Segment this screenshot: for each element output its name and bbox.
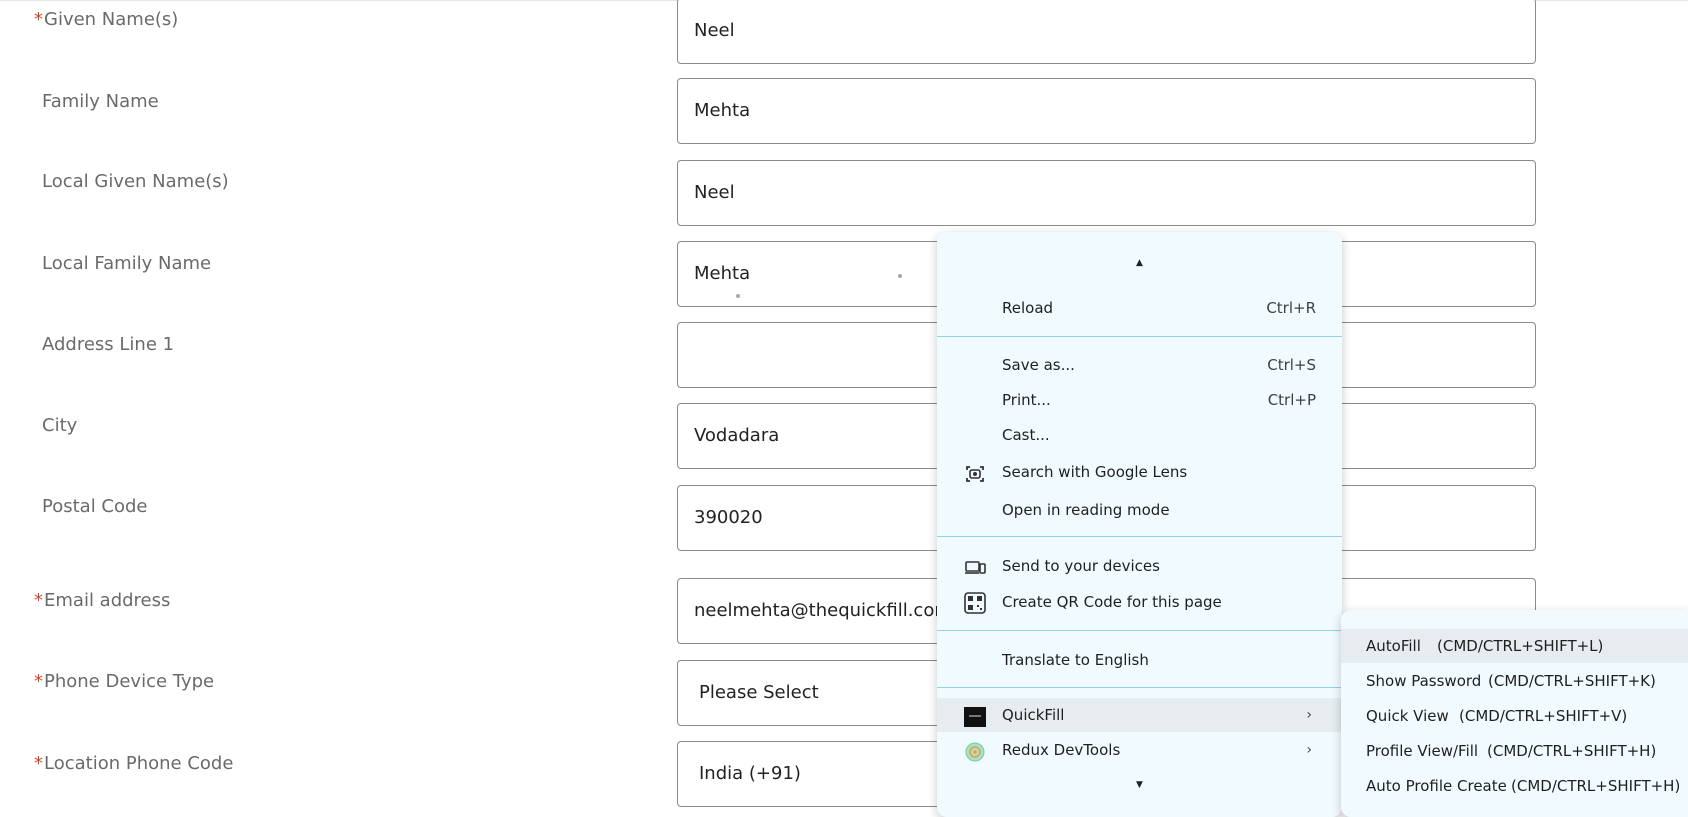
field-label-text: Given Name(s) [44,9,179,30]
menu-item-label: Search with Google Lens [1002,463,1188,481]
required-marker: * [34,590,43,611]
menu-item-cast[interactable]: Cast... [937,418,1342,452]
field-label-text: Email address [44,590,171,611]
menu-item-label: Redux DevTools [1002,741,1121,759]
scroll-up-arrow-icon[interactable]: ▲ [937,258,1342,268]
menu-item-translate[interactable]: Translate to English [937,643,1342,677]
redux-icon [964,740,986,762]
field-label: *Given Name(s) [34,9,178,30]
menu-item-shortcut: Ctrl+P [1267,391,1316,409]
menu-item-label: Create QR Code for this page [1002,593,1222,611]
field-label: *Location Phone Code [34,753,233,774]
required-marker: * [34,671,43,692]
menu-item-label: Translate to English [1002,651,1149,669]
submenu-item-label: Profile View/Fill [1366,742,1479,760]
submenu-item-show-password[interactable]: Show Password (CMD/CTRL+SHIFT+K) [1341,664,1688,698]
field-label: Local Family Name [34,253,211,274]
local-given-name-input[interactable]: Neel [677,160,1536,226]
field-label: Local Given Name(s) [34,171,229,192]
given-name-input[interactable]: Neel [677,0,1536,64]
menu-item-label: Send to your devices [1002,557,1160,575]
chevron-right-icon: › [1306,742,1312,758]
field-label-text: Local Family Name [42,253,212,274]
field-label: *Email address [34,590,170,611]
quickfill-submenu: AutoFill (CMD/CTRL+SHIFT+L) Show Passwor… [1341,610,1688,817]
submenu-item-shortcut: (CMD/CTRL+SHIFT+H) [1511,777,1681,795]
menu-separator [937,536,1342,537]
quickfill-logo-icon [964,705,986,727]
menu-item-redux-devtools[interactable]: Redux DevTools › [937,733,1342,767]
submenu-item-label: Quick View [1366,707,1449,725]
field-label-text: Family Name [42,91,159,112]
field-label-text: Local Given Name(s) [42,171,229,192]
field-label-text: Location Phone Code [44,753,234,774]
family-name-input[interactable]: Mehta [677,78,1536,144]
field-label: Address Line 1 [34,334,174,355]
submenu-item-shortcut: (CMD/CTRL+SHIFT+V) [1459,707,1628,725]
menu-item-label: Open in reading mode [1002,501,1170,519]
lens-icon [964,462,986,482]
submenu-item-autofill[interactable]: AutoFill (CMD/CTRL+SHIFT+L) [1341,629,1688,663]
scroll-down-arrow-icon[interactable]: ▼ [937,780,1342,790]
menu-item-reload[interactable]: Reload Ctrl+R [937,291,1342,325]
menu-item-print[interactable]: Print... Ctrl+P [937,383,1342,417]
qr-code-icon [964,592,986,614]
submenu-item-label: AutoFill [1366,637,1421,655]
menu-item-shortcut: Ctrl+S [1267,356,1316,374]
menu-item-qr-code[interactable]: Create QR Code for this page [937,585,1342,619]
field-label: City [34,415,77,436]
context-menu: ▲ Reload Ctrl+R Save as... Ctrl+S Print.… [937,232,1342,817]
devices-icon [964,556,986,576]
submenu-item-shortcut: (CMD/CTRL+SHIFT+K) [1488,672,1656,690]
required-marker: * [34,9,43,30]
menu-separator [937,687,1342,688]
menu-item-label: Print... [1002,391,1051,409]
required-marker: * [34,753,43,774]
field-label-text: Postal Code [42,496,148,517]
field-label: Postal Code [34,496,148,517]
submenu-item-quick-view[interactable]: Quick View (CMD/CTRL+SHIFT+V) [1341,699,1688,733]
menu-item-label: Reload [1002,299,1054,317]
menu-item-send-to-devices[interactable]: Send to your devices [937,549,1342,583]
field-label-text: Phone Device Type [44,671,215,692]
menu-item-reading-mode[interactable]: Open in reading mode [937,493,1342,527]
cursor-dot [898,274,902,278]
submenu-item-label: Show Password [1366,672,1482,690]
menu-item-label: QuickFill [1002,706,1065,724]
field-label: Family Name [34,91,159,112]
cursor-dot [736,294,740,298]
menu-item-shortcut: Ctrl+R [1266,299,1316,317]
chevron-right-icon: › [1306,707,1312,723]
field-label: *Phone Device Type [34,671,214,692]
field-label-text: Address Line 1 [42,334,175,355]
submenu-item-shortcut: (CMD/CTRL+SHIFT+H) [1487,742,1657,760]
submenu-item-profile-view-fill[interactable]: Profile View/Fill (CMD/CTRL+SHIFT+H) [1341,734,1688,768]
menu-separator [937,336,1342,337]
menu-item-label: Cast... [1002,426,1050,444]
menu-item-quickfill[interactable]: QuickFill › [937,698,1342,732]
submenu-item-auto-profile-create[interactable]: Auto Profile Create (CMD/CTRL+SHIFT+H) [1341,769,1688,803]
submenu-item-shortcut: (CMD/CTRL+SHIFT+L) [1437,637,1604,655]
submenu-item-label: Auto Profile Create [1366,777,1507,795]
menu-separator [937,630,1342,631]
field-label-text: City [42,415,78,436]
menu-item-google-lens[interactable]: Search with Google Lens [937,455,1342,489]
menu-item-label: Save as... [1002,356,1075,374]
menu-item-save-as[interactable]: Save as... Ctrl+S [937,348,1342,382]
